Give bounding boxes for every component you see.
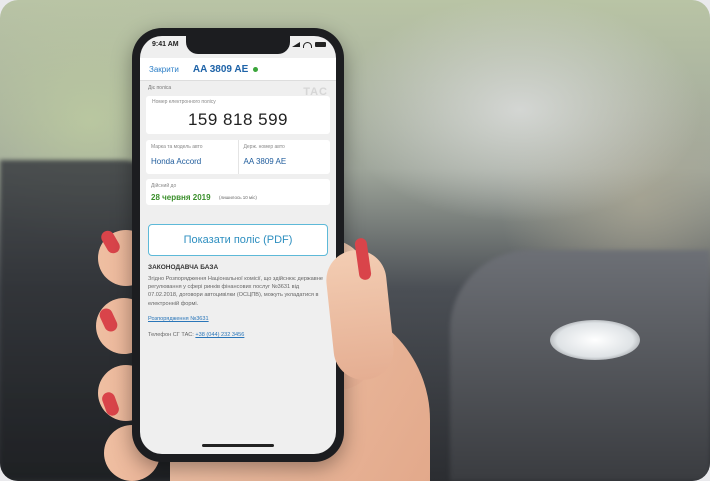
photo-scene: 9:41 AM Закрити AA 3809 AE Діє поліса TA… [0,0,710,481]
navigation-bar: Закрити AA 3809 AE [140,58,336,81]
show-policy-pdf-button[interactable]: Показати поліс (PDF) [148,224,328,256]
page-title: AA 3809 AE [192,63,249,75]
home-indicator[interactable] [202,444,274,447]
car-model-label: Марка та модель авто [151,144,203,150]
vehicle-card: Марка та модель авто Honda Accord Держ. … [146,140,330,174]
policy-number: 159 818 599 [187,110,289,129]
smartphone: 9:41 AM Закрити AA 3809 AE Діє поліса TA… [132,28,344,462]
plate-value: AA 3809 AE [243,157,287,166]
background-headlight [550,320,640,360]
contact-phone-line: Телефон СГ ТАС: +38 (044) 232 3456 [148,332,328,338]
status-icons [292,41,326,48]
valid-label: Дійсний до [151,183,177,189]
phone-number-link[interactable]: +38 (044) 232 3456 [195,332,244,338]
signal-icon [292,42,300,47]
legal-section: ЗАКОНОДАВЧА БАЗА Згідно Розпорядження На… [148,264,328,338]
background-car-right [450,250,710,481]
legal-title: ЗАКОНОДАВЧА БАЗА [148,264,219,271]
policy-number-card: Номер електронного полісу 159 818 599 [146,96,330,134]
plate-label: Держ. номер авто [243,144,285,150]
valid-remaining-note: (лишилось 10 міс) [219,195,257,200]
phone-screen: 9:41 AM Закрити AA 3809 AE Діє поліса TA… [140,36,336,454]
battery-icon [315,42,326,47]
phone-label: Телефон СГ ТАС: [148,331,194,338]
valid-date: 28 червня 2019 [151,193,211,202]
car-model-value: Honda Accord [151,157,202,166]
legal-text: Згідно Розпорядження Національної комісі… [148,276,323,307]
active-status-dot-icon [253,66,259,72]
validity-card: Дійсний до 28 червня 2019 (лишилось 10 м… [146,179,330,205]
status-bar: 9:41 AM [152,41,326,48]
regulation-link[interactable]: Розпорядження №3631 [148,316,328,322]
close-button[interactable]: Закрити [149,65,179,74]
wifi-icon [303,41,312,48]
status-time: 9:41 AM [152,41,179,48]
car-model-field: Марка та модель авто Honda Accord [146,140,239,174]
policy-number-label: Номер електронного полісу [152,99,216,105]
section-label: Діє поліса [148,85,172,91]
plate-field: Держ. номер авто AA 3809 AE [239,140,331,174]
